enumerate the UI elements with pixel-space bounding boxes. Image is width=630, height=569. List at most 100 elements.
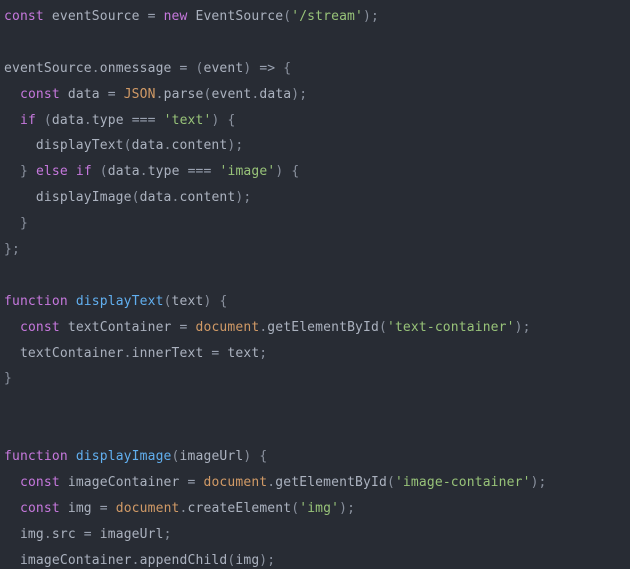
code-line: eventSource.onmessage = (event) => { [4, 56, 630, 82]
token-keyword: else [35, 164, 68, 180]
token-punct: } [4, 242, 12, 258]
token-plain: type [147, 164, 188, 180]
token-punct: ( [163, 293, 172, 309]
token-plain: data [59, 86, 108, 102]
token-op: = [107, 86, 116, 102]
code-block[interactable]: const eventSource = new EventSource ('/st… [4, 4, 630, 569]
token-punct: . [179, 500, 188, 516]
token-string: 'text-container' [386, 319, 515, 335]
token-builtin: document [115, 500, 180, 516]
token-plain: eventSource [4, 60, 92, 76]
token-punct: ( [171, 449, 180, 465]
token-punct: ; [259, 345, 268, 361]
token-keyword: const [4, 9, 44, 24]
code-line: const img = document.createElement('img'… [4, 496, 630, 522]
token-plain: data [131, 138, 164, 154]
token-punct: } [4, 371, 12, 387]
token-plain: eventSource [43, 9, 148, 24]
token-plain: textContainer [59, 319, 180, 335]
token-plain: getElementById [275, 475, 387, 491]
token-punct: } [19, 164, 28, 180]
token-plain: EventSource [187, 9, 284, 24]
code-line: function displayImage(imageUrl) { [4, 444, 630, 470]
token-op: = [179, 60, 188, 76]
token-punct: . [91, 60, 100, 76]
token-punct: ; [522, 319, 531, 335]
token-fn: displayImage [75, 449, 172, 465]
token-punct: { [259, 449, 268, 465]
token-builtin: document [195, 319, 260, 335]
code-line: textContainer.innerText = text; [4, 341, 630, 367]
token-punct: ; [538, 475, 547, 491]
token-string: 'img' [299, 500, 340, 516]
code-viewer[interactable]: const eventSource = new EventSource ('/st… [0, 0, 630, 569]
token-plain: data [139, 190, 172, 206]
token-op: === [187, 164, 212, 180]
code-line: const imageContainer = document.getEleme… [4, 470, 630, 496]
token-punct: . [43, 526, 52, 542]
token-punct: ( [43, 112, 52, 128]
token-punct: . [123, 345, 132, 361]
token-keyword: if [75, 164, 92, 180]
token-keyword: new [163, 9, 188, 24]
token-punct: . [163, 138, 172, 154]
token-punct: . [155, 86, 164, 102]
token-punct: ; [11, 242, 20, 258]
token-plain: content [171, 138, 228, 154]
token-plain: text [171, 293, 204, 309]
code-line: } else if (data.type === 'image') { [4, 159, 630, 185]
token-punct: ( [378, 319, 387, 335]
code-line: const textContainer = document.getElemen… [4, 315, 630, 341]
token-plain: appendChild [139, 552, 228, 568]
token-punct: { [291, 164, 300, 180]
token-punct: ; [347, 500, 356, 516]
token-plain: img [4, 526, 44, 542]
token-punct: ( [99, 164, 108, 180]
token-plain: type [91, 112, 132, 128]
token-punct: ( [131, 190, 140, 206]
token-keyword: const [19, 319, 60, 335]
token-plain: displayText [4, 138, 124, 154]
token-plain: data [259, 86, 292, 102]
code-line: const data = JSON.parse(event.data); [4, 82, 630, 108]
token-keyword: function [4, 449, 68, 465]
token-plain: text [219, 345, 260, 361]
code-line: function displayText(text) { [4, 289, 630, 315]
token-punct: ( [386, 475, 395, 491]
token-keyword: if [19, 112, 36, 128]
token-punct: ; [371, 9, 379, 24]
token-plain: displayImage [4, 190, 132, 206]
token-punct: ) [363, 9, 371, 24]
token-punct: { [219, 293, 228, 309]
token-plain: img [235, 552, 260, 568]
token-string: 'image' [219, 164, 276, 180]
token-string: 'image-container' [394, 475, 531, 491]
token-plain: event [203, 60, 244, 76]
token-punct: ; [267, 552, 276, 568]
token-plain: createElement [187, 500, 292, 516]
code-line: if (data.type === 'text') { [4, 108, 630, 134]
token-punct: . [139, 164, 148, 180]
token-punct: ) [339, 500, 348, 516]
token-keyword: function [4, 293, 68, 309]
token-plain: parse [163, 86, 204, 102]
token-plain: imageContainer [4, 552, 132, 568]
code-line: }; [4, 237, 630, 263]
token-punct: . [171, 190, 180, 206]
code-lines: const eventSource = new EventSource ('/st… [4, 4, 630, 569]
token-builtin: document [203, 475, 268, 491]
token-keyword: const [19, 86, 60, 102]
